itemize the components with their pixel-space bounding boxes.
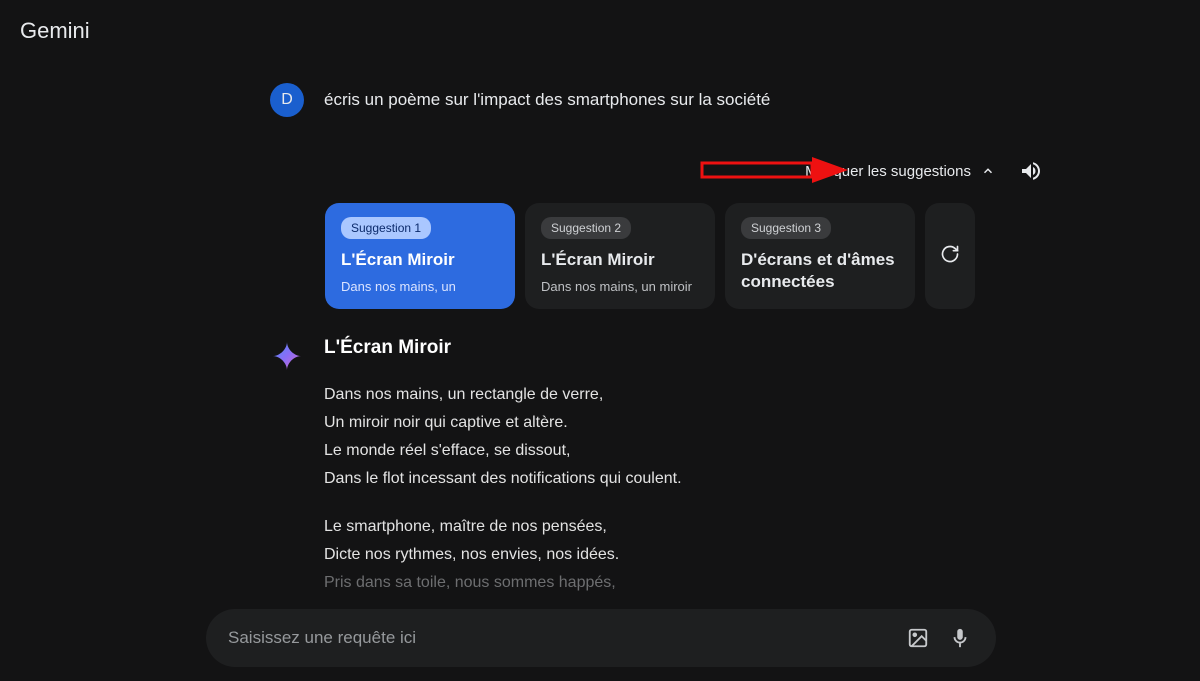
- poem-line: Pris dans sa toile, nous sommes happés,: [324, 569, 1010, 597]
- suggestion-snippet: Dans nos mains, un: [341, 279, 499, 294]
- poem-line: Le monde réel s'efface, se dissout,: [324, 437, 1010, 465]
- poem-line: Dicte nos rythmes, nos envies, nos idées…: [324, 541, 1010, 569]
- user-prompt-text: écris un poème sur l'impact des smartpho…: [324, 90, 770, 110]
- refresh-suggestions-button[interactable]: [925, 203, 975, 309]
- user-avatar: D: [270, 83, 304, 117]
- suggestion-snippet: Dans nos mains, un miroir: [541, 279, 699, 294]
- suggestion-title: D'écrans et d'âmes connectées: [741, 249, 899, 293]
- suggestions-row: Suggestion 1 L'Écran Miroir Dans nos mai…: [325, 203, 1010, 309]
- gemini-star-icon: [270, 339, 304, 373]
- poem-line: Un miroir noir qui captive et altère.: [324, 409, 1010, 437]
- suggestion-title: L'Écran Miroir: [341, 249, 499, 271]
- suggestion-badge: Suggestion 2: [541, 217, 631, 239]
- user-prompt-row: D écris un poème sur l'impact des smartp…: [270, 83, 1010, 117]
- poem-line: Le smartphone, maître de nos pensées,: [324, 513, 1010, 541]
- app-title: Gemini: [20, 18, 90, 44]
- microphone-icon[interactable]: [946, 624, 974, 652]
- suggestion-badge: Suggestion 3: [741, 217, 831, 239]
- prompt-input-placeholder: Saisissez une requête ici: [228, 628, 890, 648]
- hide-suggestions-label: Masquer les suggestions: [805, 163, 971, 180]
- speaker-icon[interactable]: [1017, 157, 1045, 185]
- suggestion-badge: Suggestion 1: [341, 217, 431, 239]
- suggestion-controls: Masquer les suggestions: [325, 157, 1045, 185]
- conversation: D écris un poème sur l'impact des smartp…: [270, 83, 1010, 617]
- prompt-input-bar[interactable]: Saisissez une requête ici: [206, 609, 996, 667]
- image-upload-icon[interactable]: [904, 624, 932, 652]
- poem-line: Dans le flot incessant des notifications…: [324, 465, 1010, 493]
- response-title: L'Écran Miroir: [324, 337, 1010, 359]
- suggestion-card-2[interactable]: Suggestion 2 L'Écran Miroir Dans nos mai…: [525, 203, 715, 309]
- suggestion-card-1[interactable]: Suggestion 1 L'Écran Miroir Dans nos mai…: [325, 203, 515, 309]
- poem-line: Dans nos mains, un rectangle de verre,: [324, 381, 1010, 409]
- hide-suggestions-button[interactable]: Masquer les suggestions: [805, 163, 995, 180]
- suggestion-card-3[interactable]: Suggestion 3 D'écrans et d'âmes connecté…: [725, 203, 915, 309]
- refresh-icon: [940, 244, 960, 269]
- assistant-response: L'Écran Miroir Dans nos mains, un rectan…: [270, 337, 1010, 617]
- response-body: L'Écran Miroir Dans nos mains, un rectan…: [324, 337, 1010, 617]
- suggestion-title: L'Écran Miroir: [541, 249, 699, 271]
- poem-content: Dans nos mains, un rectangle de verre, U…: [324, 381, 1010, 597]
- chevron-up-icon: [981, 164, 995, 178]
